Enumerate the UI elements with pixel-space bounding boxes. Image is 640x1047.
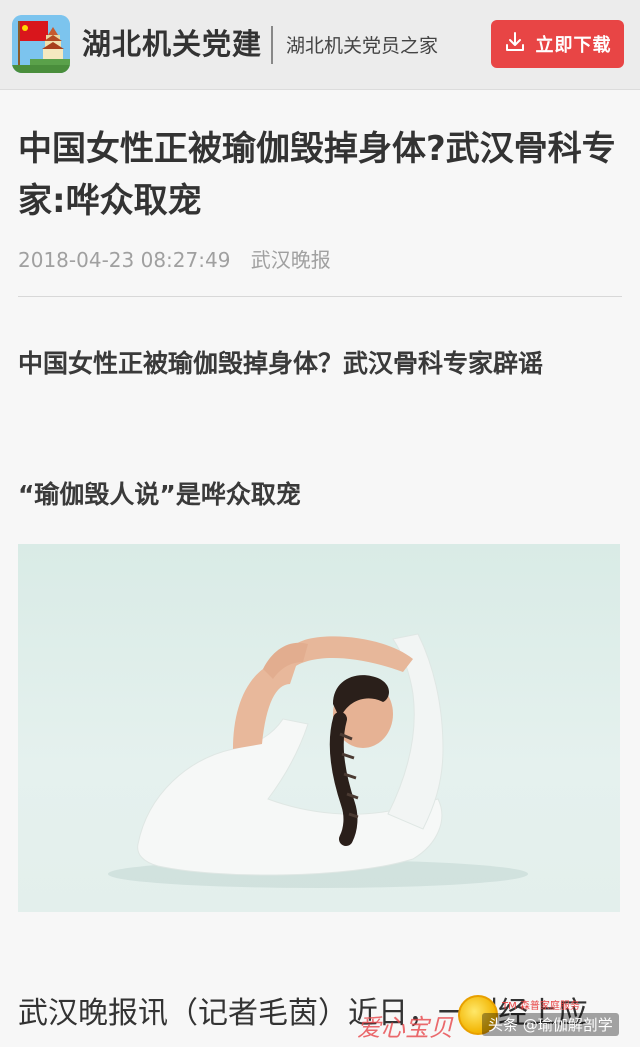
yoga-pose-illustration [108,633,528,888]
article: 中国女性正被瑜伽毁掉身体?武汉骨科专家:哗众取宠 2018-04-23 08:2… [0,91,640,1047]
watermark-trademark: TM 森普家庭服务 [502,1001,580,1012]
app-logo-icon[interactable] [12,15,70,73]
app-banner: 湖北机关党建 湖北机关党员之家 立即下载 [0,0,640,90]
app-slogan: 湖北机关党员之家 [286,35,439,57]
article-title: 中国女性正被瑜伽毁掉身体?武汉骨科专家:哗众取宠 [18,129,616,221]
article-source[interactable]: 武汉晚报 [251,248,331,272]
download-button-label: 立即下载 [535,35,612,56]
download-icon [504,31,526,57]
download-button[interactable]: 立即下载 [491,20,624,68]
article-photo[interactable] [18,544,620,912]
app-name: 湖北机关党建 [82,27,263,61]
watermark-brand: 爱心宝贝 [357,1014,453,1042]
article-subhead: “瑜伽毁人说”是哗众取宠 [18,480,301,509]
article-meta: 2018-04-23 08:27:49 武汉晚报 [18,245,331,275]
title-divider [18,296,622,297]
header-divider [271,26,273,64]
watermark-handle: 头条 @瑜伽解剖学 [482,1013,619,1036]
article-date: 2018-04-23 08:27:49 [18,248,231,272]
article-subhead: 中国女性正被瑜伽毁掉身体？武汉骨科专家辟谣 [18,349,544,378]
